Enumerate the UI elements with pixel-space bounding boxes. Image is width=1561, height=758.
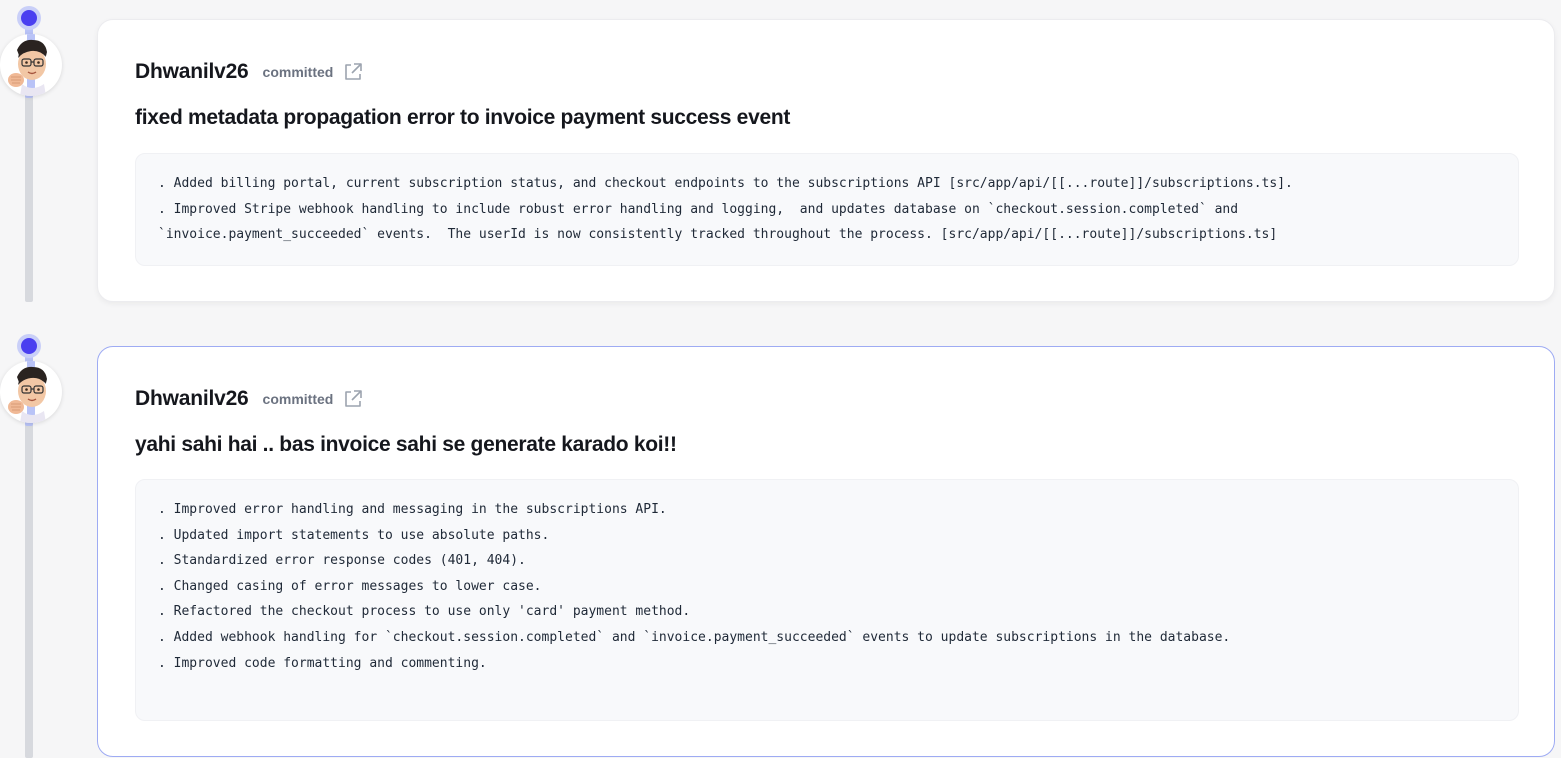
commit-card[interactable]: Dhwanilv26 committed fixed metadata prop… [97, 19, 1555, 302]
commit-timeline: Dhwanilv26 committed fixed metadata prop… [0, 0, 1561, 758]
commit-author[interactable]: Dhwanilv26 [135, 387, 249, 411]
description-line: . Changed casing of error messages to lo… [158, 578, 542, 594]
description-line: . Improved Stripe webhook handling to in… [158, 201, 1239, 217]
description-line: `invoice.payment_succeeded` events. The … [158, 227, 1278, 243]
description-line: . Standardized error response codes (401… [158, 553, 526, 569]
description-line: . Improved code formatting and commentin… [158, 655, 487, 671]
commit-header: Dhwanilv26 committed [135, 385, 363, 413]
description-line: . Added webhook handling for `checkout.s… [158, 629, 1231, 645]
timeline-dot [17, 6, 41, 30]
external-link-icon[interactable] [343, 389, 363, 409]
commit-card[interactable]: Dhwanilv26 committed yahi sahi hai .. ba… [97, 346, 1555, 757]
commit-message: yahi sahi hai .. bas invoice sahi se gen… [135, 433, 677, 456]
external-link-icon[interactable] [343, 62, 363, 82]
commit-description: . Improved error handling and messaging … [135, 479, 1519, 721]
commit-author[interactable]: Dhwanilv26 [135, 60, 249, 84]
description-line: . Added billing portal, current subscrip… [158, 176, 1293, 191]
timeline-dot [17, 334, 41, 358]
description-line: . Updated import statements to use absol… [158, 527, 550, 543]
commit-header: Dhwanilv26 committed [135, 58, 363, 86]
description-line: . Refactored the checkout process to use… [158, 604, 691, 620]
commit-verb: committed [262, 391, 334, 407]
commit-description: . Added billing portal, current subscrip… [135, 153, 1519, 266]
author-avatar[interactable] [0, 34, 62, 96]
commit-message: fixed metadata propagation error to invo… [135, 106, 791, 129]
description-line: . Improved error handling and messaging … [158, 502, 667, 517]
commit-verb: committed [262, 64, 334, 80]
author-avatar[interactable] [0, 361, 62, 423]
